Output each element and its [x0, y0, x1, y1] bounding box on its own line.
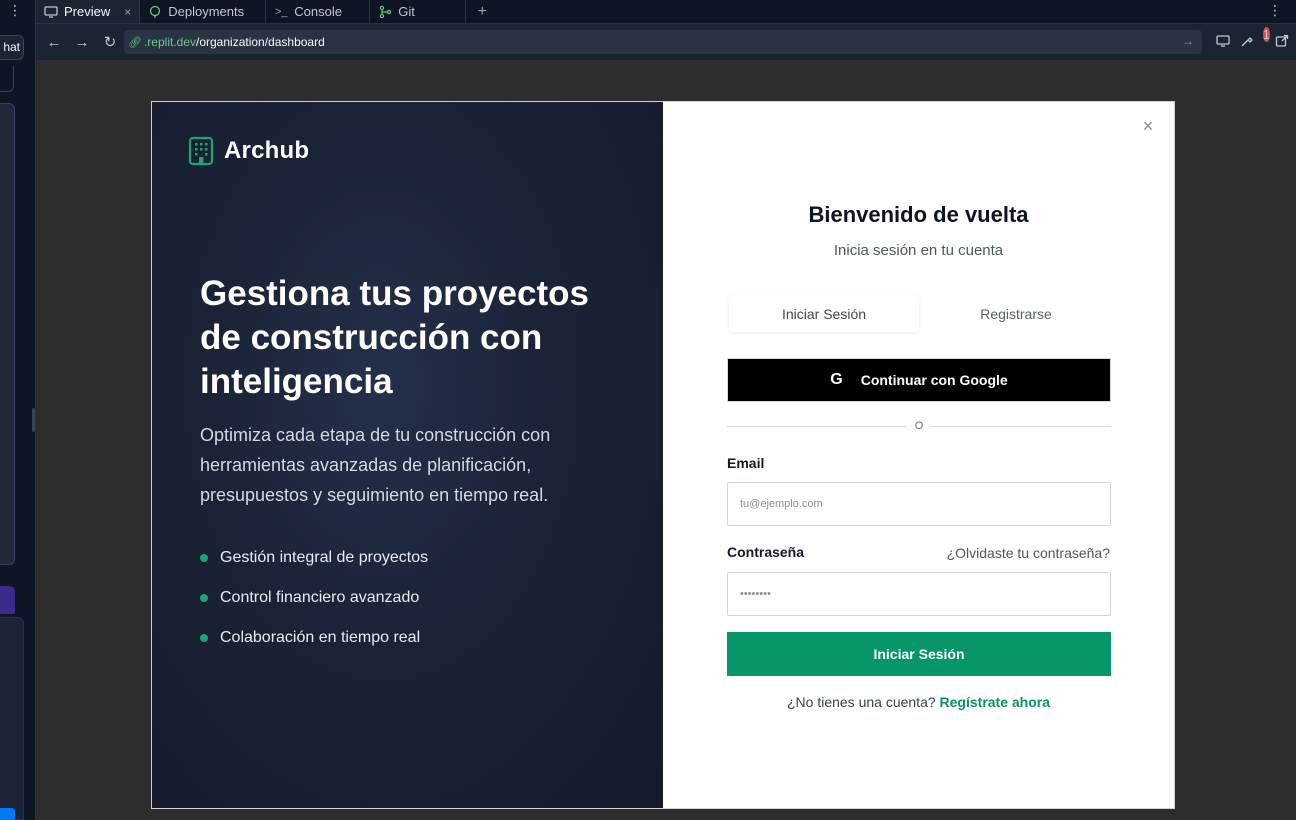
- git-icon: [378, 5, 392, 19]
- bullet-icon: [200, 554, 208, 562]
- devtools-icon[interactable]: 1: [1240, 26, 1270, 51]
- pane-splitter[interactable]: [32, 408, 35, 432]
- email-field[interactable]: [727, 482, 1111, 526]
- deploy-icon: [148, 5, 162, 19]
- devices-icon[interactable]: [1216, 34, 1230, 51]
- promo-panel: Archub Gestiona tus proyectos de constru…: [152, 102, 663, 808]
- go-arrow-icon[interactable]: →: [1182, 34, 1194, 48]
- tab-bar: Preview × Deployments >_ Console Git + ⋮: [36, 0, 1296, 24]
- close-icon[interactable]: ×: [124, 5, 131, 19]
- ide-left-gutter: ⋮ hat: [0, 0, 36, 820]
- email-label: Email: [727, 455, 765, 471]
- no-account-text: ¿No tienes una cuenta?: [786, 694, 936, 710]
- auth-panel: × Bienvenido de vuelta Inicia sesión en …: [663, 102, 1174, 808]
- list-item: Colaboración en tiempo real: [200, 618, 428, 658]
- notification-badge: 1: [1262, 26, 1270, 42]
- brand-name: Archub: [224, 137, 310, 164]
- page-title: Bienvenido de vuelta: [808, 202, 1029, 227]
- list-item: Control financiero avanzado: [200, 578, 428, 618]
- building-icon: [188, 136, 214, 166]
- terminal-icon: >_: [274, 5, 288, 18]
- page-subtitle: Inicia sesión en tu cuenta: [833, 242, 1004, 259]
- open-new-tab-icon[interactable]: [1275, 34, 1289, 51]
- close-icon[interactable]: ×: [1138, 116, 1158, 136]
- feature-list: Gestión integral de proyectos Control fi…: [200, 538, 428, 658]
- login-button[interactable]: Iniciar Sesión: [727, 632, 1111, 676]
- google-button-label: Continuar con Google: [860, 372, 1008, 388]
- or-divider: O: [727, 418, 1111, 434]
- tab-label: Console: [294, 4, 342, 19]
- add-tab-button[interactable]: +: [466, 0, 498, 23]
- hero-heading: Gestiona tus proyectos de construcción c…: [200, 274, 589, 401]
- forward-arrow-icon[interactable]: →: [68, 28, 96, 56]
- tab-login[interactable]: Iniciar Sesión: [729, 296, 919, 332]
- tab-preview[interactable]: Preview ×: [36, 0, 141, 23]
- side-panel-accent[interactable]: [0, 586, 15, 614]
- bullet-icon: [200, 634, 208, 642]
- back-arrow-icon[interactable]: ←: [40, 28, 68, 56]
- url-path: /organization/dashboard: [196, 35, 325, 49]
- side-panel: [0, 103, 15, 565]
- register-link[interactable]: Regístrate ahora: [940, 694, 1050, 710]
- hero-description: Optimiza cada etapa de tu construcción c…: [200, 425, 551, 505]
- url-host: .replit.dev: [143, 35, 196, 49]
- tab-label: Deployments: [168, 4, 245, 19]
- password-label: Contraseña: [727, 544, 805, 560]
- url-bar-row: ← → ↻ 🔗︎ .replit.dev/organization/dashbo…: [36, 24, 1296, 60]
- chat-chip[interactable]: hat: [0, 35, 24, 60]
- reload-icon[interactable]: ↻: [96, 28, 124, 56]
- chevron-down-icon[interactable]: [0, 66, 14, 92]
- login-modal: Archub Gestiona tus proyectos de constru…: [151, 101, 1175, 809]
- google-icon: G: [830, 371, 843, 388]
- google-signin-button[interactable]: G Continuar con Google: [727, 358, 1111, 402]
- tab-git[interactable]: Git: [370, 0, 467, 23]
- status-chip[interactable]: [0, 808, 15, 820]
- password-field[interactable]: [727, 572, 1111, 616]
- brand: Archub: [188, 136, 309, 166]
- divider-label: O: [914, 420, 924, 432]
- monitor-icon: [44, 5, 58, 19]
- link-icon: 🔗︎: [128, 36, 142, 49]
- kebab-menu-icon[interactable]: ⋮: [8, 2, 22, 19]
- tab-console[interactable]: >_ Console: [266, 0, 371, 23]
- tab-label: Git: [398, 4, 415, 19]
- forgot-password-link[interactable]: ¿Olvidaste tu contraseña?: [947, 545, 1110, 561]
- kebab-menu-icon[interactable]: ⋮: [1268, 2, 1282, 19]
- tab-deployments[interactable]: Deployments: [140, 0, 267, 23]
- signup-prompt: ¿No tienes una cuenta? Regístrate ahora: [663, 694, 1174, 710]
- auth-tabs: Iniciar Sesión Registrarse: [727, 294, 1111, 334]
- list-item: Gestión integral de proyectos: [200, 538, 428, 578]
- tab-label: Preview: [64, 4, 111, 19]
- bullet-icon: [200, 594, 208, 602]
- tab-register[interactable]: Registrarse: [921, 294, 1111, 334]
- url-input[interactable]: 🔗︎ .replit.dev/organization/dashboard →: [124, 30, 1202, 54]
- side-panel-lower: [0, 617, 24, 820]
